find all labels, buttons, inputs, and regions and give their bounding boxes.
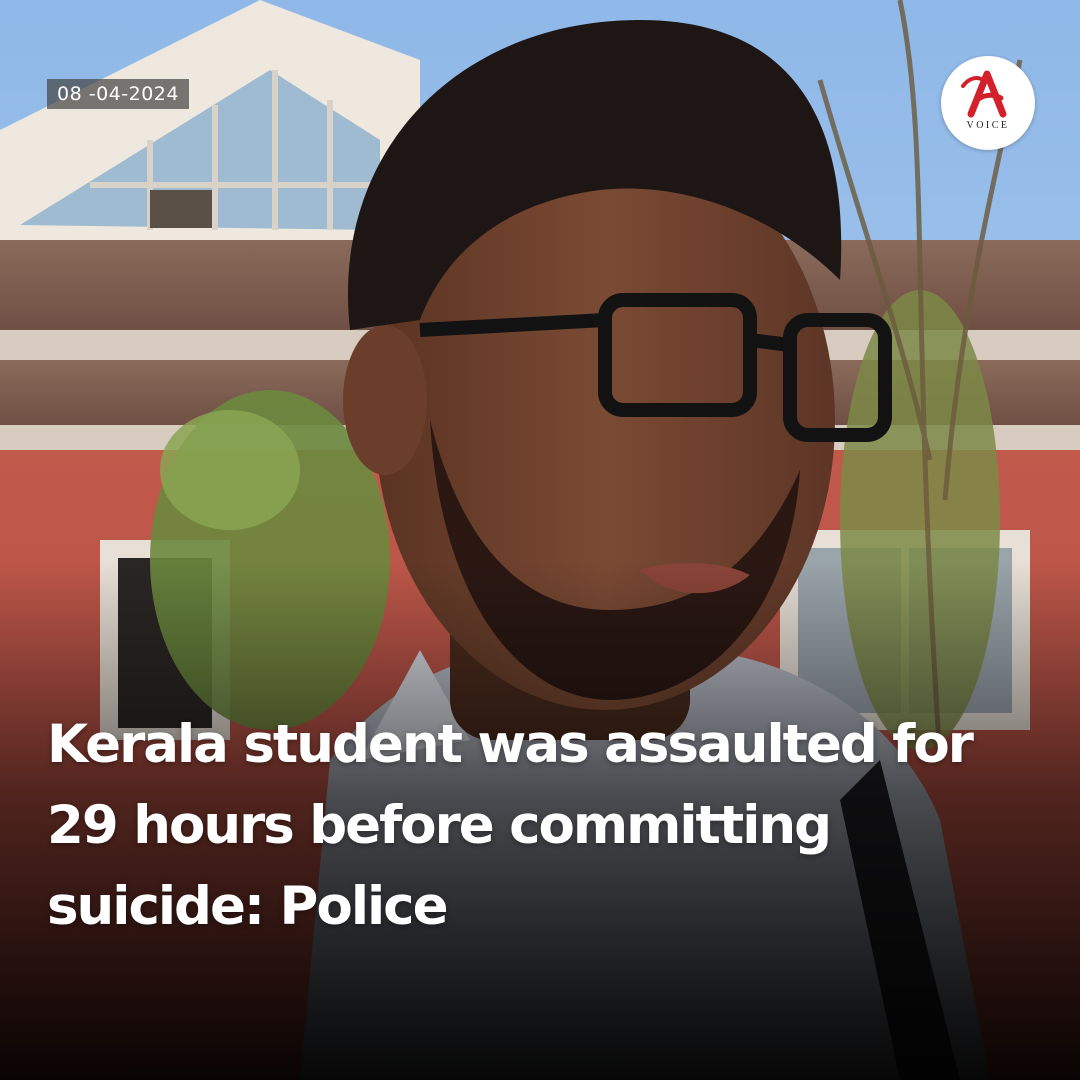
a-voice-logo: VOICE	[941, 56, 1035, 150]
headline: Kerala student was assaulted for 29 hour…	[47, 704, 1037, 947]
news-post-card: 08 -04-2024 VOICE Kerala student was ass…	[0, 0, 1080, 1080]
logo-wordmark: VOICE	[966, 120, 1010, 131]
headline-line-1: Kerala student was assaulted for	[47, 714, 974, 775]
headline-line-2: 29 hours before committing	[47, 795, 832, 856]
headline-line-3: suicide: Police	[47, 876, 449, 937]
date-badge: 08 -04-2024	[47, 79, 189, 109]
a-voice-logo-mark	[961, 70, 1007, 118]
